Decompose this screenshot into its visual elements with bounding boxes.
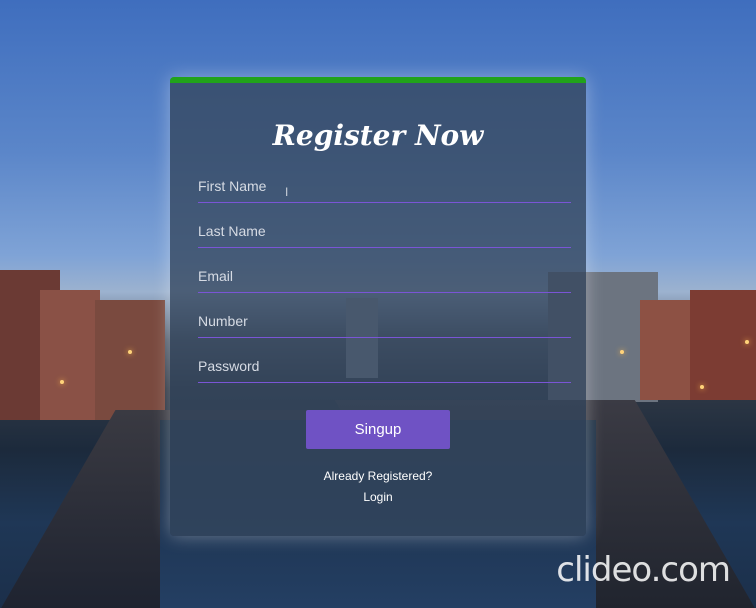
text-cursor-icon: I	[285, 185, 289, 199]
street-light	[700, 385, 704, 389]
email-field	[198, 260, 571, 293]
email-input[interactable]	[198, 260, 571, 292]
last-name-field	[198, 215, 571, 248]
login-link[interactable]: Login	[170, 490, 586, 504]
building-right	[690, 290, 756, 400]
background-cityscape: clideo.com Register Now I Singup Already…	[0, 0, 756, 608]
street-light	[60, 380, 64, 384]
street-light	[745, 340, 749, 344]
already-registered-text: Already Registered?	[323, 469, 433, 483]
building-left	[40, 290, 100, 420]
number-field	[198, 305, 571, 338]
signup-button[interactable]: Singup	[306, 410, 450, 449]
password-input[interactable]	[198, 350, 571, 382]
first-name-input[interactable]	[198, 170, 571, 202]
number-input[interactable]	[198, 305, 571, 337]
building-left	[95, 300, 165, 420]
street-light	[128, 350, 132, 354]
last-name-input[interactable]	[198, 215, 571, 247]
first-name-field	[198, 170, 571, 203]
street-light	[620, 350, 624, 354]
password-field	[198, 350, 571, 383]
form-title: Register Now	[272, 119, 484, 152]
register-form-card: Register Now I Singup Already Registered…	[170, 77, 586, 536]
watermark-logo: clideo.com	[556, 550, 731, 590]
